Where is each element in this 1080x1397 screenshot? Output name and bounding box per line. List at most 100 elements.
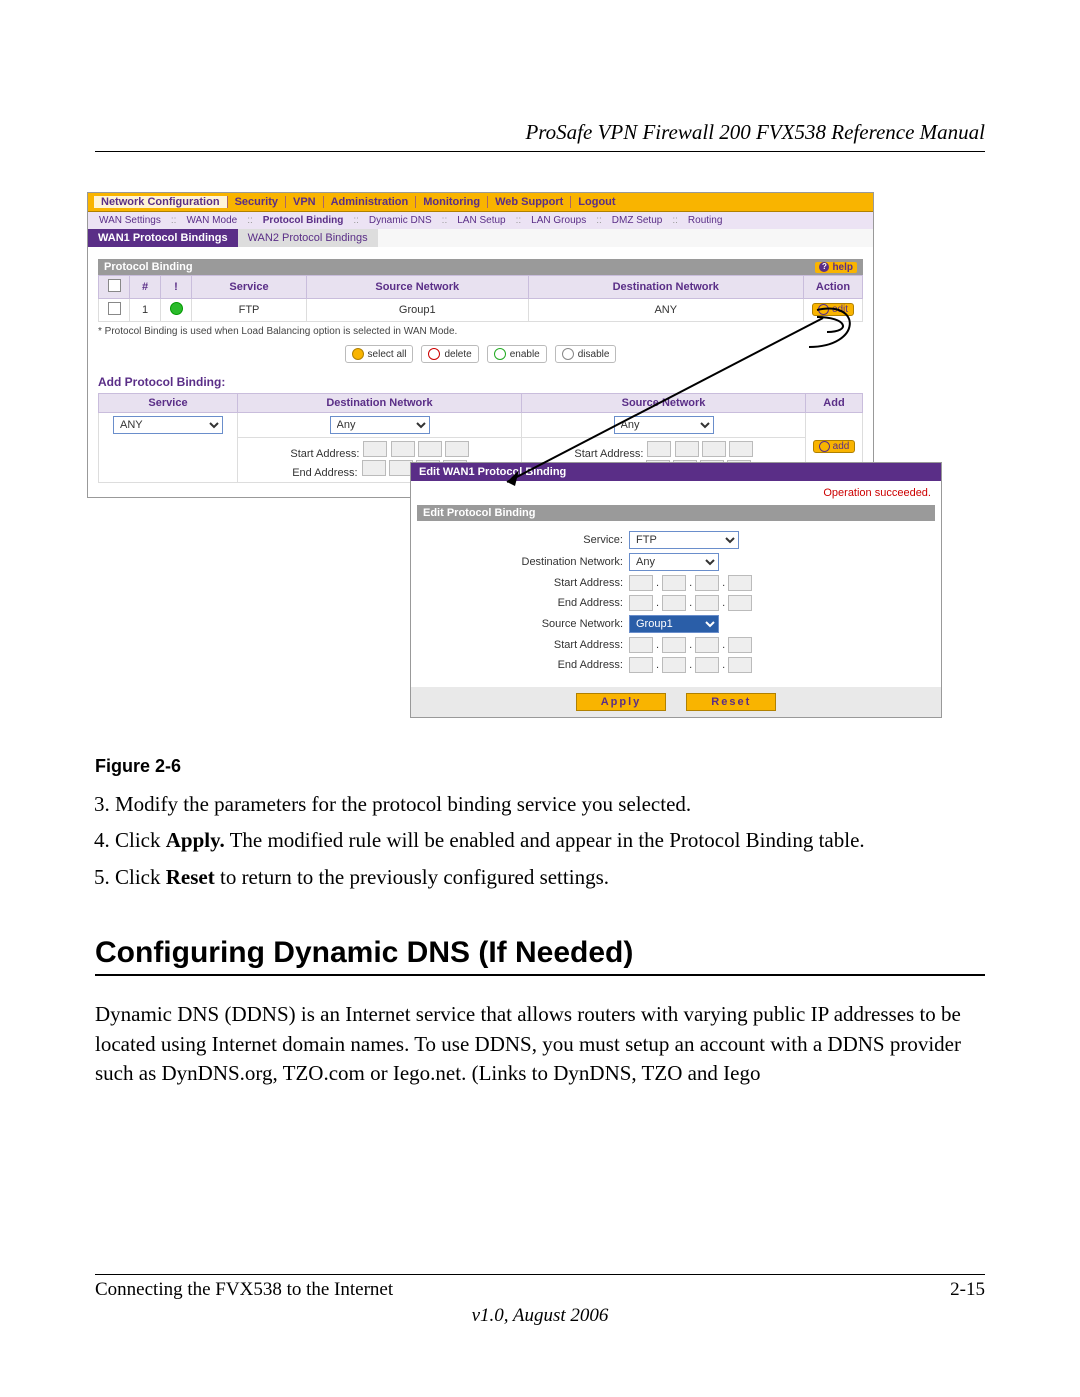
- add-button[interactable]: add: [813, 440, 856, 453]
- ip-octet-input[interactable]: [662, 575, 686, 591]
- operation-message: Operation succeeded.: [411, 481, 941, 505]
- subnav-routing[interactable]: Routing: [683, 215, 727, 226]
- row-checkbox[interactable]: [108, 302, 121, 315]
- ip-octet-input[interactable]: [418, 441, 442, 457]
- subnav-protocol-binding[interactable]: Protocol Binding: [258, 215, 349, 226]
- delete-button[interactable]: delete: [421, 345, 478, 363]
- ip-octet-input[interactable]: [662, 657, 686, 673]
- enable-button[interactable]: enable: [487, 345, 547, 363]
- edit-dest-select[interactable]: Any: [629, 553, 719, 571]
- edit-src-select[interactable]: Group1: [629, 615, 719, 633]
- tab-wan1-bindings[interactable]: WAN1 Protocol Bindings: [88, 229, 238, 247]
- ip-octet-input[interactable]: [629, 657, 653, 673]
- edit-button[interactable]: edit: [812, 303, 854, 316]
- ip-octet-input[interactable]: [728, 575, 752, 591]
- circle-icon: [352, 348, 364, 360]
- ip-octet-input[interactable]: [728, 657, 752, 673]
- col-status: !: [161, 276, 192, 299]
- start-addr-label: Start Address:: [290, 448, 363, 460]
- edit-icon: [818, 304, 829, 315]
- subnav-lan-setup[interactable]: LAN Setup: [452, 215, 510, 226]
- sub-nav: WAN Settings:: WAN Mode:: Protocol Bindi…: [88, 212, 873, 229]
- label-start-addr: Start Address:: [423, 639, 623, 651]
- add-row: ANY Any Any add: [99, 413, 863, 438]
- document-page: ProSafe VPN Firewall 200 FVX538 Referenc…: [0, 0, 1080, 1397]
- top-nav: Network Configuration Security VPN Admin…: [88, 193, 873, 212]
- src-network-select[interactable]: Any: [614, 416, 714, 434]
- col-destination: Destination Network: [528, 276, 804, 299]
- label-service: Service:: [423, 534, 623, 546]
- step-5: Click Reset to return to the previously …: [115, 862, 985, 892]
- ip-octet-input[interactable]: [363, 441, 387, 457]
- nav-logout[interactable]: Logout: [570, 196, 622, 208]
- nav-web-support[interactable]: Web Support: [487, 196, 570, 208]
- panel-header: Protocol Binding ?help: [98, 259, 863, 275]
- button-row: select all delete enable disable: [98, 345, 863, 363]
- label-src-network: Source Network:: [423, 618, 623, 630]
- ip-octet-input[interactable]: [362, 460, 386, 476]
- edit-body: Service: FTP Destination Network: Any Star…: [411, 521, 941, 687]
- ip-octet-input[interactable]: [662, 637, 686, 653]
- table-row: 1 FTP Group1 ANY edit: [99, 299, 863, 322]
- ip-octet-input[interactable]: [662, 595, 686, 611]
- subnav-dmz-setup[interactable]: DMZ Setup: [607, 215, 668, 226]
- subnav-wan-settings[interactable]: WAN Settings: [94, 215, 166, 226]
- select-all-button[interactable]: select all: [345, 345, 414, 363]
- ip-octet-input[interactable]: [647, 441, 671, 457]
- nav-monitoring[interactable]: Monitoring: [415, 196, 487, 208]
- ip-octet-input[interactable]: [695, 657, 719, 673]
- ip-octet-input[interactable]: [629, 575, 653, 591]
- tab-strip: WAN1 Protocol Bindings WAN2 Protocol Bin…: [88, 229, 873, 247]
- binding-table: # ! Service Source Network Destination N…: [98, 275, 863, 322]
- ip-octet-input[interactable]: [695, 575, 719, 591]
- disable-button[interactable]: disable: [555, 345, 617, 363]
- dest-network-select[interactable]: Any: [330, 416, 430, 434]
- edit-service-select[interactable]: FTP: [629, 531, 739, 549]
- nav-administration[interactable]: Administration: [323, 196, 416, 208]
- ip-octet-input[interactable]: [445, 441, 469, 457]
- panel-body: Protocol Binding ?help # ! Service Sourc…: [88, 247, 873, 497]
- step-4: Click Apply. The modified rule will be e…: [115, 825, 985, 855]
- nav-security[interactable]: Security: [227, 196, 285, 208]
- edit-title: Edit WAN1 Protocol Binding: [411, 463, 941, 481]
- ip-octet-input[interactable]: [629, 637, 653, 653]
- reset-button[interactable]: Reset: [686, 693, 776, 711]
- ip-octet-input[interactable]: [391, 441, 415, 457]
- help-icon: ?: [819, 262, 829, 272]
- ip-octet-input[interactable]: [702, 441, 726, 457]
- circle-icon: [428, 348, 440, 360]
- ip-octet-input[interactable]: [729, 441, 753, 457]
- page-header-title: ProSafe VPN Firewall 200 FVX538 Referenc…: [95, 120, 985, 145]
- subnav-lan-groups[interactable]: LAN Groups: [526, 215, 591, 226]
- section-paragraph: Dynamic DNS (DDNS) is an Internet servic…: [95, 1000, 985, 1088]
- row-source: Group1: [307, 299, 529, 322]
- select-all-checkbox[interactable]: [108, 279, 121, 292]
- label-end-addr: End Address:: [423, 597, 623, 609]
- ip-octet-input[interactable]: [675, 441, 699, 457]
- add-col-service: Service: [99, 394, 238, 413]
- start-addr-label: Start Address:: [574, 448, 647, 460]
- col-action: Action: [804, 276, 863, 299]
- help-button[interactable]: ?help: [815, 262, 857, 273]
- subnav-dynamic-dns[interactable]: Dynamic DNS: [364, 215, 437, 226]
- screenshot-protocol-binding: Network Configuration Security VPN Admin…: [87, 192, 874, 498]
- end-addr-label: End Address:: [292, 467, 361, 479]
- ip-octet-input[interactable]: [695, 637, 719, 653]
- col-service: Service: [192, 276, 307, 299]
- subnav-wan-mode[interactable]: WAN Mode: [181, 215, 242, 226]
- label-dest-network: Destination Network:: [423, 556, 623, 568]
- ip-octet-input[interactable]: [695, 595, 719, 611]
- col-num: #: [130, 276, 161, 299]
- apply-button[interactable]: Apply: [576, 693, 667, 711]
- ip-octet-input[interactable]: [728, 595, 752, 611]
- circle-icon: [562, 348, 574, 360]
- footer-left: Connecting the FVX538 to the Internet: [95, 1279, 393, 1301]
- header-rule: [95, 151, 985, 152]
- tab-wan2-bindings[interactable]: WAN2 Protocol Bindings: [238, 229, 378, 247]
- service-select[interactable]: ANY: [113, 416, 223, 434]
- ip-octet-input[interactable]: [728, 637, 752, 653]
- nav-network-configuration[interactable]: Network Configuration: [94, 196, 227, 208]
- nav-vpn[interactable]: VPN: [285, 196, 323, 208]
- circle-icon: [494, 348, 506, 360]
- ip-octet-input[interactable]: [629, 595, 653, 611]
